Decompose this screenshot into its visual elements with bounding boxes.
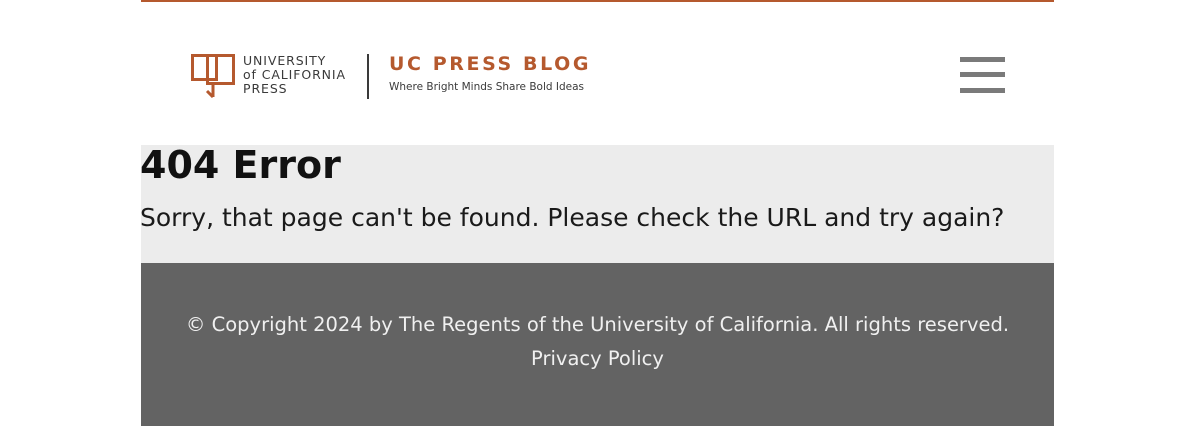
copyright-text: © Copyright 2024 by The Regents of the U… xyxy=(185,313,1010,336)
privacy-policy-link[interactable]: Privacy Policy xyxy=(141,347,1054,370)
publisher-name-line3: PRESS xyxy=(243,81,288,96)
menu-bar-top xyxy=(960,57,1005,62)
blog-tagline: Where Bright Minds Share Bold Ideas xyxy=(389,81,585,93)
publisher-name-line2: of CALIFORNIA xyxy=(243,67,346,82)
hamburger-menu-icon[interactable] xyxy=(960,57,1005,94)
site-footer: © Copyright 2024 by The Regents of the U… xyxy=(141,263,1054,426)
uc-press-logo-icon xyxy=(191,54,235,98)
site-header: UNIVERSITY of CALIFORNIA PRESS UC PRESS … xyxy=(141,2,1054,145)
menu-bar-middle xyxy=(960,72,1005,77)
menu-bar-bottom xyxy=(960,88,1005,93)
error-title: 404 Error xyxy=(140,143,341,187)
header-divider xyxy=(367,54,369,99)
blog-title-link[interactable]: UC PRESS BLOG xyxy=(389,53,591,75)
publisher-name: UNIVERSITY of CALIFORNIA PRESS xyxy=(243,54,346,96)
publisher-name-line1: UNIVERSITY xyxy=(243,53,327,68)
error-message: Sorry, that page can't be found. Please … xyxy=(140,203,1005,232)
page: UNIVERSITY of CALIFORNIA PRESS UC PRESS … xyxy=(0,0,1200,426)
